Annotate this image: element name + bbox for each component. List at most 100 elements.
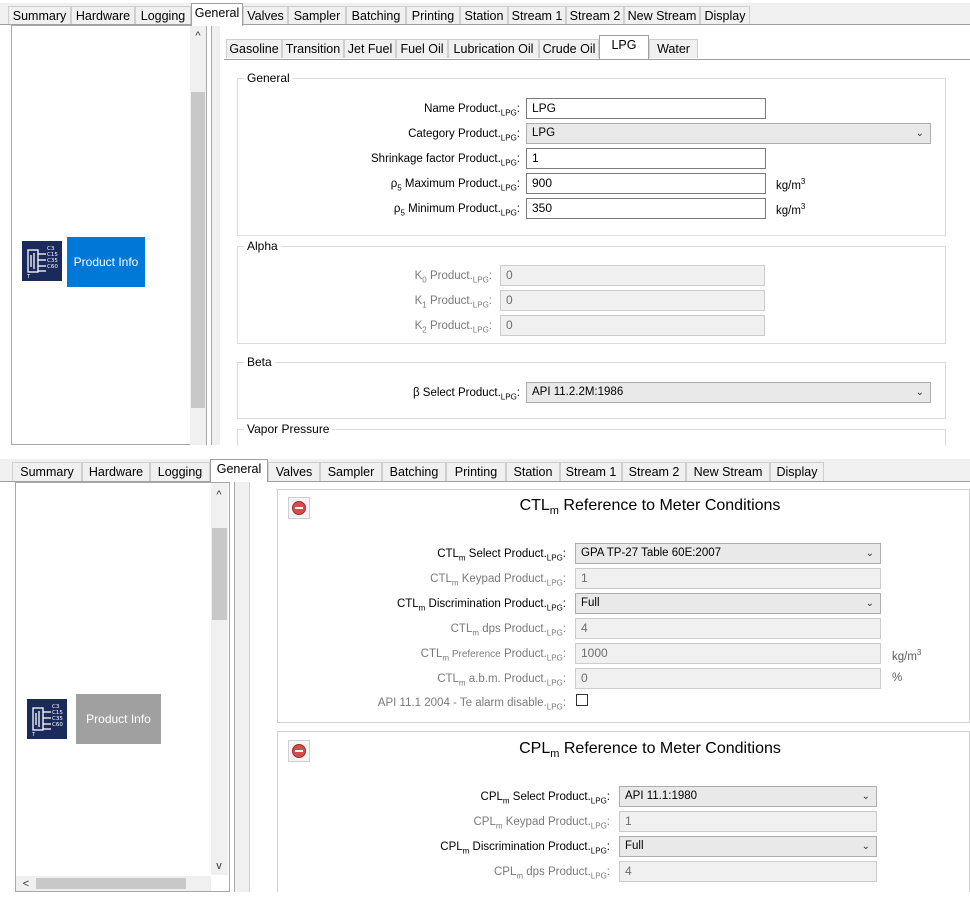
- tab-display[interactable]: Display: [700, 6, 750, 25]
- tab-stream-2[interactable]: Stream 2: [622, 462, 686, 481]
- cpl-discrimination-select[interactable]: Full ⌄: [619, 836, 877, 857]
- main-tabstrip-top: Summary Hardware Logging General Valves …: [0, 3, 970, 26]
- scroll-down-icon[interactable]: v: [211, 859, 227, 873]
- vapor-group: Vapor Pressure: [237, 422, 946, 447]
- tab-stream-1[interactable]: Stream 1: [508, 6, 566, 25]
- max-density-label: ρ5 Maximum Product.LPG:: [390, 178, 520, 193]
- svg-text:T: T: [26, 274, 31, 280]
- minus-circle-icon: [292, 501, 306, 515]
- chevron-down-icon: ⌄: [865, 548, 874, 559]
- category-label: Category Product.LPG:: [408, 128, 520, 143]
- tab-display[interactable]: Display: [770, 462, 824, 481]
- cpl-section-title: CPLm Reference to Meter Conditions: [519, 740, 781, 761]
- sidebar-scrollbar[interactable]: ^ v: [211, 483, 228, 875]
- k0-label: K0 Product.LPG:: [414, 270, 492, 285]
- min-density-unit: kg/m3: [776, 202, 806, 217]
- product-info-button[interactable]: Product Info: [76, 694, 161, 744]
- ctl-abm-unit: %: [892, 672, 903, 684]
- tab-hardware[interactable]: Hardware: [71, 6, 135, 25]
- shrinkage-input[interactable]: 1: [526, 148, 766, 169]
- scroll-up-icon[interactable]: ^: [211, 488, 227, 502]
- tab-new-stream[interactable]: New Stream: [624, 6, 700, 25]
- scrollbar-thumb[interactable]: [212, 528, 227, 620]
- k1-input[interactable]: 0: [500, 290, 765, 311]
- subtab-lubrication-oil[interactable]: Lubrication Oil: [448, 39, 539, 58]
- name-input[interactable]: LPG: [526, 98, 766, 119]
- k2-input[interactable]: 0: [500, 315, 765, 336]
- tab-printing[interactable]: Printing: [446, 462, 506, 481]
- tab-valves[interactable]: Valves: [268, 462, 320, 481]
- sidebar-hscrollbar[interactable]: <: [16, 876, 211, 891]
- svg-text:T: T: [31, 732, 36, 738]
- tab-summary[interactable]: Summary: [8, 6, 71, 25]
- ctl-select[interactable]: GPA TP-27 Table 60E:2007 ⌄: [575, 543, 881, 564]
- subtab-jet-fuel[interactable]: Jet Fuel: [344, 39, 396, 58]
- cpl-select[interactable]: API 11.1:1980 ⌄: [619, 786, 877, 807]
- api-alarm-label: API 11.1 2004 - Te alarm disable.LPG:: [377, 697, 566, 712]
- ctl-abm-input[interactable]: 0: [575, 668, 881, 689]
- scroll-up-icon[interactable]: ^: [190, 29, 206, 43]
- tab-stream-1[interactable]: Stream 1: [560, 462, 622, 481]
- ctl-keypad-input[interactable]: 1: [575, 568, 881, 589]
- k0-input[interactable]: 0: [500, 265, 765, 286]
- tab-general[interactable]: General: [210, 459, 268, 482]
- product-info-button[interactable]: Product Info: [67, 237, 145, 287]
- shrinkage-label: Shrinkage factor Product.LPG:: [371, 153, 520, 168]
- ctl-keypad-label: CTLm Keypad Product.LPG:: [430, 573, 566, 588]
- subtab-crude-oil[interactable]: Crude Oil: [539, 39, 599, 58]
- ctl-select-label: CTLm Select Product.LPG:: [437, 548, 566, 563]
- subtab-transition[interactable]: Transition: [282, 39, 344, 58]
- ctl-preference-unit: kg/m3: [892, 648, 922, 663]
- subtab-fuel-oil[interactable]: Fuel Oil: [396, 39, 448, 58]
- ctl-collapse-button[interactable]: [288, 497, 310, 519]
- beta-select[interactable]: API 11.2.2M:1986 ⌄: [526, 382, 931, 403]
- tab-printing[interactable]: Printing: [406, 6, 460, 25]
- scroll-left-icon[interactable]: <: [18, 877, 34, 891]
- api-alarm-checkbox[interactable]: [576, 694, 588, 706]
- ctl-discrimination-select[interactable]: Full ⌄: [575, 593, 881, 614]
- subtab-water[interactable]: Water: [649, 39, 698, 58]
- tab-sampler[interactable]: Sampler: [288, 6, 346, 25]
- chevron-down-icon: ⌄: [915, 387, 924, 398]
- cpl-select-label: CPLm Select Product.LPG:: [480, 791, 610, 806]
- category-select[interactable]: LPG ⌄: [526, 123, 931, 144]
- max-density-input[interactable]: 900: [526, 173, 766, 194]
- tab-valves[interactable]: Valves: [243, 6, 288, 25]
- ctl-discrimination-label: CTLm Discrimination Product.LPG:: [396, 598, 566, 613]
- tab-station[interactable]: Station: [506, 462, 560, 481]
- tab-batching[interactable]: Batching: [346, 6, 406, 25]
- minus-circle-icon: [292, 744, 306, 758]
- tab-summary[interactable]: Summary: [12, 462, 82, 481]
- tab-stream-2[interactable]: Stream 2: [566, 6, 624, 25]
- tab-batching[interactable]: Batching: [382, 462, 446, 481]
- cpl-dps-input[interactable]: 4: [619, 861, 877, 882]
- tab-sampler[interactable]: Sampler: [320, 462, 382, 481]
- min-density-label: ρ5 Minimum Product.LPG:: [393, 203, 520, 218]
- main-tabstrip-bottom: Summary Hardware Logging General Valves …: [0, 459, 970, 482]
- tab-station[interactable]: Station: [460, 6, 508, 25]
- beta-label: β Select Product.LPG:: [412, 387, 520, 402]
- alpha-legend: Alpha: [247, 239, 278, 253]
- cpl-collapse-button[interactable]: [288, 740, 310, 762]
- scrollbar-thumb[interactable]: [191, 92, 205, 408]
- ctl-preference-input[interactable]: 1000: [575, 643, 881, 664]
- cpl-keypad-label: CPLm Keypad Product.LPG:: [473, 816, 611, 831]
- sidebar-scrollbar[interactable]: ^: [190, 26, 206, 445]
- tab-new-stream[interactable]: New Stream: [686, 462, 770, 481]
- subtab-divider: [224, 59, 970, 60]
- tab-logging[interactable]: Logging: [135, 6, 191, 25]
- tab-general[interactable]: General: [191, 3, 243, 26]
- svg-text:C60: C60: [52, 722, 63, 728]
- chevron-down-icon: ⌄: [861, 791, 870, 802]
- ctl-dps-input[interactable]: 4: [575, 618, 881, 639]
- tab-logging[interactable]: Logging: [150, 462, 210, 481]
- content-divider: [234, 482, 250, 892]
- subtab-gasoline[interactable]: Gasoline: [226, 39, 282, 58]
- ctl-preference-label: CTLm Preference Product.LPG:: [420, 648, 566, 663]
- subtab-lpg[interactable]: LPG: [599, 35, 649, 59]
- min-density-input[interactable]: 350: [526, 198, 766, 219]
- cpl-keypad-input[interactable]: 1: [619, 811, 877, 832]
- tab-hardware[interactable]: Hardware: [82, 462, 150, 481]
- beta-legend: Beta: [247, 355, 272, 369]
- hscrollbar-thumb[interactable]: [36, 878, 186, 889]
